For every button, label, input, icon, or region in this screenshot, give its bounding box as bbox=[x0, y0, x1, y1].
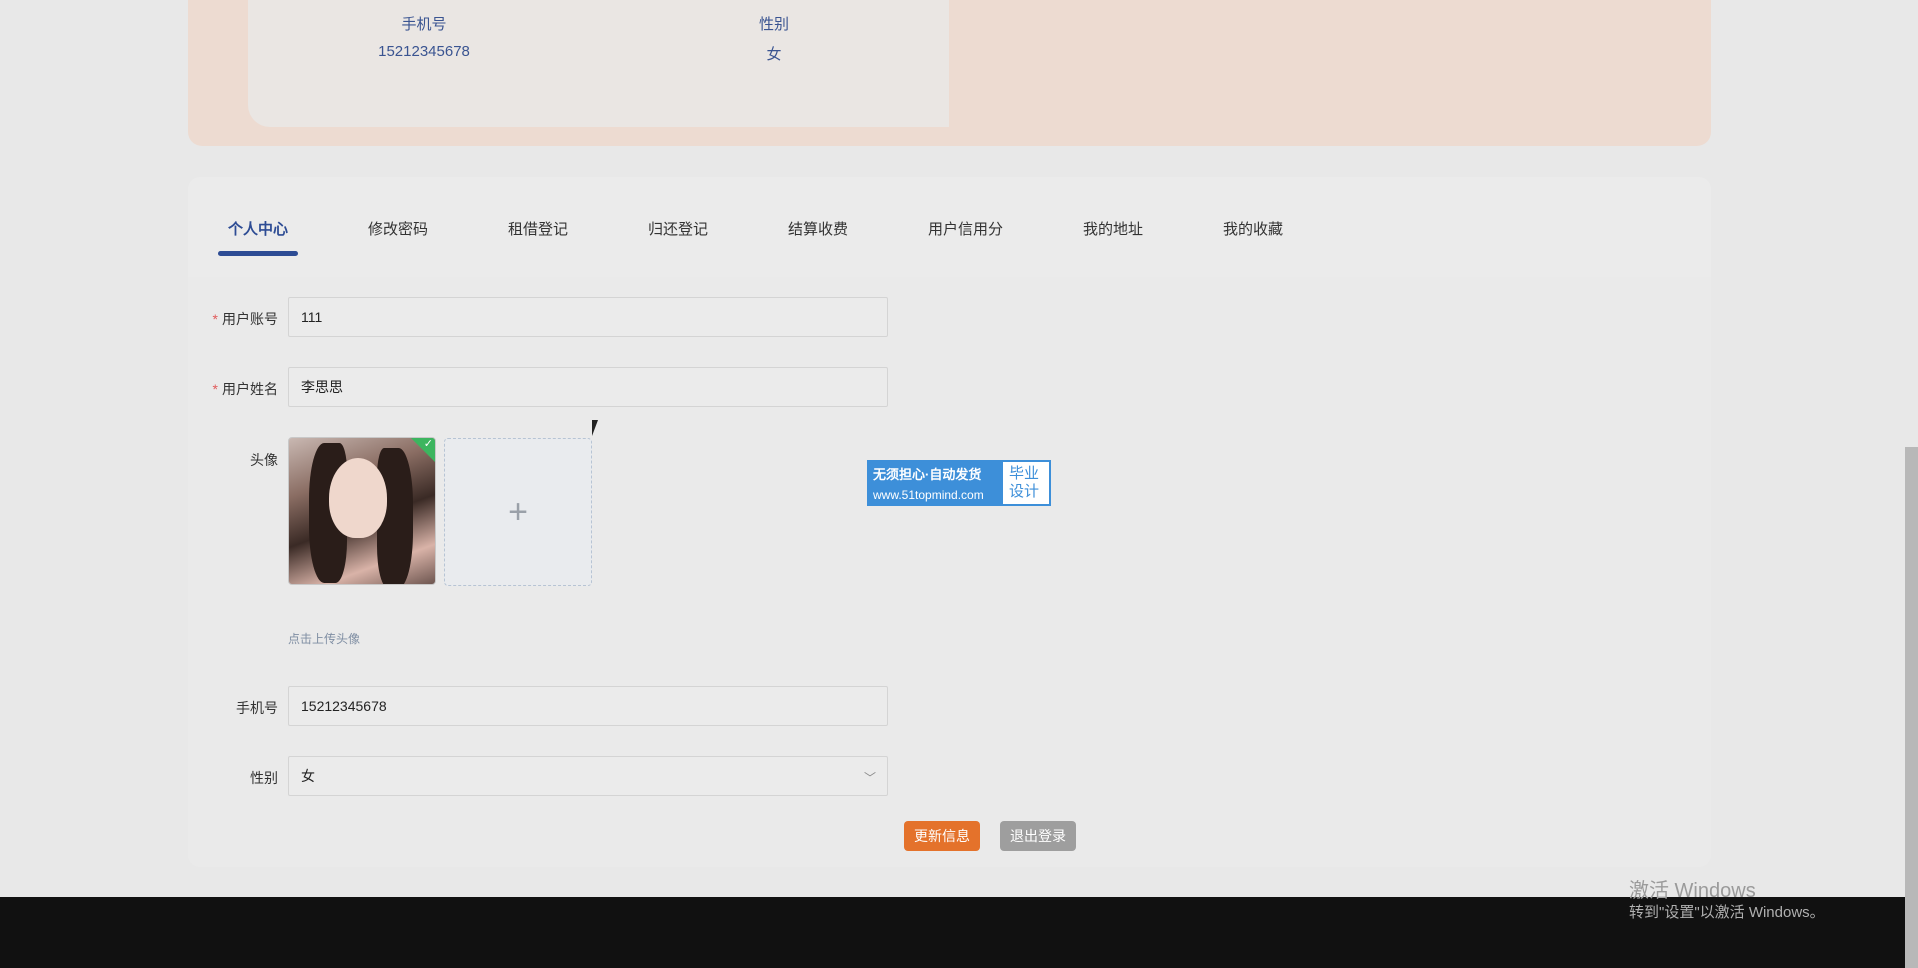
active-tab-indicator bbox=[218, 251, 298, 256]
ad-url: www.51topmind.com bbox=[873, 488, 984, 502]
update-info-button[interactable]: 更新信息 bbox=[904, 821, 980, 851]
plus-icon: + bbox=[508, 492, 528, 531]
ad-badge-line1: 毕业 bbox=[1009, 465, 1040, 482]
gender-label: 性别 bbox=[758, 16, 789, 33]
logout-button[interactable]: 退出登录 bbox=[1000, 821, 1076, 851]
mouse-cursor-icon bbox=[592, 420, 604, 436]
ad-badge-line2: 设计 bbox=[1009, 483, 1040, 500]
ad-text-block: 无须担心·自动发货 www.51topmind.com bbox=[869, 462, 1003, 504]
tab-settlement[interactable]: 结算收费 bbox=[788, 218, 848, 239]
phone-field-label: 手机号 bbox=[236, 700, 278, 716]
tab-rental-registration[interactable]: 租借登记 bbox=[508, 218, 568, 239]
windows-activation-subtitle: 转到"设置"以激活 Windows。 bbox=[1629, 904, 1825, 921]
check-icon: ✓ bbox=[423, 438, 433, 450]
upload-avatar-button[interactable]: + bbox=[444, 438, 592, 586]
name-input[interactable] bbox=[288, 367, 888, 407]
ad-badge: 毕业 设计 bbox=[1003, 462, 1049, 504]
name-label: * 用户姓名 bbox=[212, 381, 278, 397]
gender-select[interactable]: 女 bbox=[288, 756, 888, 796]
gender-field-label: 性别 bbox=[250, 770, 278, 786]
account-label: * 用户账号 bbox=[212, 311, 278, 327]
tab-personal-center[interactable]: 个人中心 bbox=[228, 218, 288, 239]
tab-my-address[interactable]: 我的地址 bbox=[1083, 218, 1143, 239]
avatar-image[interactable]: ✓ bbox=[288, 437, 436, 585]
tab-change-password[interactable]: 修改密码 bbox=[368, 218, 428, 239]
gender-value: 女 bbox=[766, 46, 782, 63]
ad-slogan: 无须担心·自动发货 bbox=[873, 467, 982, 482]
watermark-ad: 无须担心·自动发货 www.51topmind.com 毕业 设计 bbox=[867, 460, 1051, 506]
phone-value: 15212345678 bbox=[378, 43, 470, 60]
tab-return-registration[interactable]: 归还登记 bbox=[648, 218, 708, 239]
phone-input[interactable] bbox=[288, 686, 888, 726]
avatar-label: 头像 bbox=[250, 452, 278, 468]
scrollbar[interactable] bbox=[1905, 447, 1918, 968]
chevron-down-icon: ﹀ bbox=[864, 771, 877, 785]
upload-hint: 点击上传头像 bbox=[288, 632, 361, 646]
avatar-face bbox=[329, 458, 387, 538]
windows-activation-title: 激活 Windows bbox=[1629, 880, 1756, 902]
tab-credit-score[interactable]: 用户信用分 bbox=[928, 218, 1003, 239]
phone-label: 手机号 bbox=[401, 16, 447, 33]
account-input[interactable] bbox=[288, 297, 888, 337]
tab-my-favorites[interactable]: 我的收藏 bbox=[1223, 218, 1283, 239]
